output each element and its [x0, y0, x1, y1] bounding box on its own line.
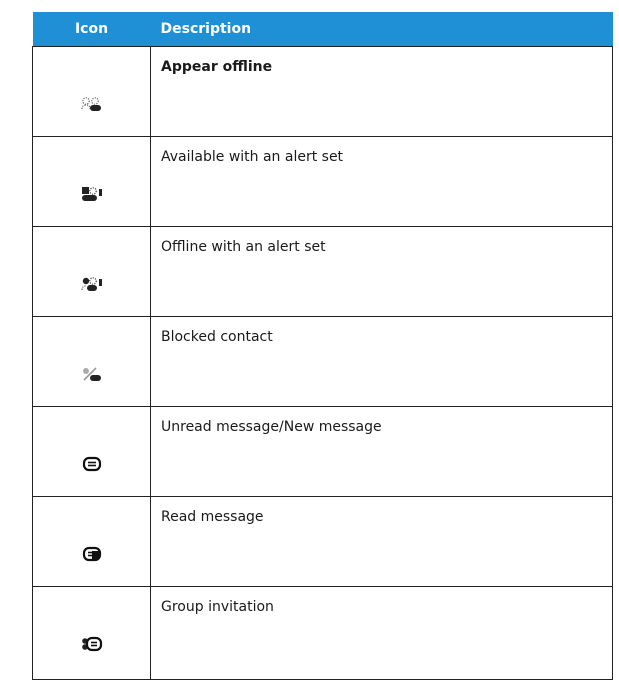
- offline-alert-icon: [80, 276, 103, 292]
- row-description: Read message: [161, 509, 264, 525]
- available-alert-icon: [81, 186, 103, 202]
- row-description: Unread message/New message: [161, 419, 382, 435]
- table-row: Group invitation: [32, 586, 613, 680]
- row-description: Blocked contact: [161, 329, 273, 345]
- row-description: Available with an alert set: [161, 149, 344, 165]
- row-description: Appear offline: [161, 59, 273, 75]
- row-description: Offline with an alert set: [161, 239, 326, 255]
- group-invitation-icon: [81, 636, 103, 652]
- appear-offline-icon: [80, 96, 103, 112]
- read-message-icon: [81, 546, 103, 562]
- header-icon: Icon: [32, 12, 151, 47]
- icon-description-table: Icon Description Appear offline Availabl…: [32, 12, 613, 680]
- table-row: Unread message/New message: [32, 406, 613, 497]
- table-row: Available with an alert set: [32, 136, 613, 227]
- table-row: Appear offline: [32, 46, 613, 137]
- table-row: Blocked contact: [32, 316, 613, 407]
- blocked-contact-icon: [81, 366, 103, 382]
- header-description: Description: [150, 12, 613, 47]
- table-row: Offline with an alert set: [32, 226, 613, 317]
- unread-message-icon: [81, 456, 103, 472]
- row-description: Group invitation: [161, 599, 274, 615]
- table-row: Read message: [32, 496, 613, 587]
- table-header-row: Icon Description: [32, 12, 613, 47]
